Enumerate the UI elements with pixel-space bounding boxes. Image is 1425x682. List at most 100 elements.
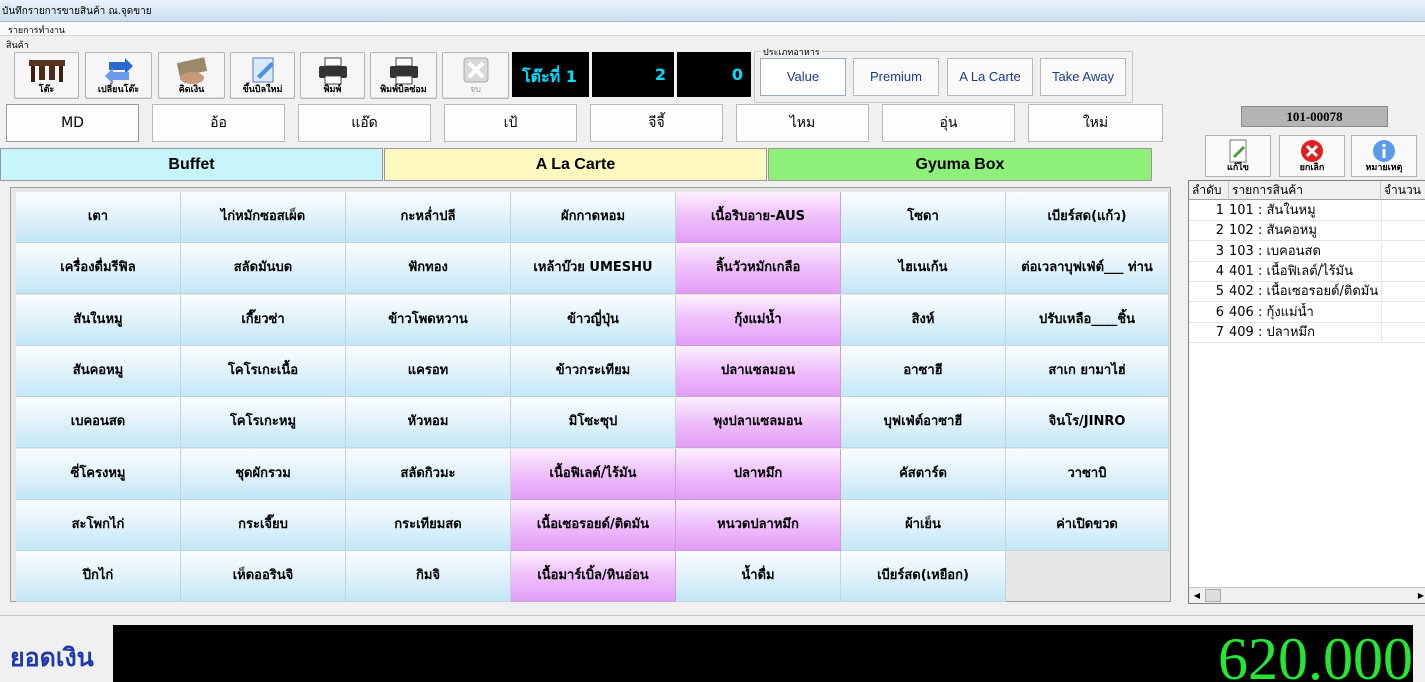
food-type-value-button[interactable]: Value — [760, 58, 846, 96]
pay-button-label: คิดเงิน — [178, 85, 205, 95]
product-button[interactable]: หนวดปลาหมึก — [676, 499, 841, 551]
product-button[interactable]: ปลาหมึก — [676, 448, 841, 500]
product-button[interactable]: เกี๊ยวซ่า — [181, 294, 346, 346]
product-button[interactable]: ปรับเหลือ____ชิ้น — [1006, 294, 1169, 346]
list-item[interactable]: 3 103 : เบคอนสด — [1189, 241, 1425, 262]
new-bill-button[interactable]: ขึ้นบิลใหม่ — [230, 52, 295, 99]
list-item[interactable]: 7 409 : ปลาหมึก — [1189, 322, 1425, 343]
product-button[interactable]: ไฮเนเก้น — [841, 243, 1006, 295]
list-item[interactable]: 2 102 : สันคอหมู — [1189, 221, 1425, 242]
column-header-qty[interactable]: จำนวน — [1381, 181, 1425, 200]
product-button[interactable]: คัสตาร์ด — [841, 448, 1006, 500]
product-button[interactable]: เบียร์สด(เหยือก) — [841, 551, 1006, 603]
product-button[interactable]: สันในหมู — [16, 294, 181, 346]
pay-button[interactable]: คิดเงิน — [158, 52, 225, 99]
product-button[interactable]: ชุดผักรวม — [181, 448, 346, 500]
menu-item-tasks[interactable]: รายการทำงาน — [8, 23, 65, 37]
product-button[interactable]: เครื่องดื่มรีฟิล — [16, 243, 181, 295]
food-type-alacarte-button[interactable]: A La Carte — [947, 58, 1033, 96]
end-button[interactable]: จบ — [442, 52, 509, 99]
category-ad[interactable]: แอ๊ด — [298, 104, 431, 142]
product-button[interactable]: บุฟเฟ่ต์อาซาฮี — [841, 397, 1006, 449]
product-button[interactable]: เบคอนสด — [16, 397, 181, 449]
product-button[interactable]: ข้าวกระเทียม — [511, 345, 676, 397]
product-button[interactable]: กระเจี๊ยบ — [181, 499, 346, 551]
product-button[interactable]: ปีกไก่ — [16, 551, 181, 603]
product-button[interactable]: เห็ดออรินจิ — [181, 551, 346, 603]
product-button[interactable]: สลัดมันบด — [181, 243, 346, 295]
product-button[interactable]: สลัดกิวมะ — [346, 448, 511, 500]
product-button[interactable]: ต่อเวลาบุฟเฟ่ต์___ ท่าน — [1006, 243, 1169, 295]
category-md[interactable]: MD — [6, 104, 139, 142]
note-button[interactable]: หมายเหตุ — [1351, 135, 1417, 177]
product-button[interactable]: เนื้อเซอรอยด์/ติดมัน — [511, 499, 676, 551]
product-button[interactable]: น้ำดื่ม — [676, 551, 841, 603]
horizontal-scrollbar[interactable]: ◀ ▶ — [1189, 587, 1425, 603]
category-mai[interactable]: ไหม — [736, 104, 869, 142]
list-item[interactable]: 6 406 : กุ้งแม่น้ำ — [1189, 302, 1425, 323]
reprint-bill-button[interactable]: พิมพ์บิลซ่อม — [370, 52, 437, 99]
product-button[interactable]: สิงห์ — [841, 294, 1006, 346]
food-type-takeaway-button[interactable]: Take Away — [1040, 58, 1126, 96]
product-button[interactable]: สาเก ยามาไฮ่ — [1006, 345, 1169, 397]
product-button[interactable]: ฟักทอง — [346, 243, 511, 295]
product-button[interactable]: โซดา — [841, 192, 1006, 243]
product-button[interactable]: ค่าเปิดขวด — [1006, 499, 1169, 551]
product-button[interactable]: มิโซะซุป — [511, 397, 676, 449]
product-button[interactable]: เนื้อริบอาย-AUS — [676, 192, 841, 243]
list-item[interactable]: 4 401 : เนื้อฟิเลต์/ไร้มัน — [1189, 261, 1425, 282]
tables-button[interactable]: โต๊ะ — [14, 52, 79, 99]
cancel-button[interactable]: ยกเลิก — [1279, 135, 1345, 177]
guest-count-display: 2 — [592, 52, 674, 97]
product-button[interactable]: ผ้าเย็น — [841, 499, 1006, 551]
row-item-name: 402 : เนื้อเซอรอยด์/ติดมัน — [1229, 284, 1379, 300]
list-item[interactable]: 1 101 : สันในหมู — [1189, 201, 1425, 221]
product-button[interactable]: ไก่หมักซอสเผ็ด — [181, 192, 346, 243]
product-button[interactable]: กะหล่ำปลี — [346, 192, 511, 243]
product-button[interactable]: โคโรเกะเนื้อ — [181, 345, 346, 397]
scroll-thumb[interactable] — [1205, 589, 1221, 602]
product-button[interactable]: ซี่โครงหมู — [16, 448, 181, 500]
column-header-no[interactable]: ลำดับ — [1189, 181, 1229, 200]
product-button[interactable]: กิมจิ — [346, 551, 511, 603]
print-button[interactable]: พิมพ์ — [300, 52, 365, 99]
list-item[interactable]: 5 402 : เนื้อเซอรอยด์/ติดมัน — [1189, 282, 1425, 303]
tab-gyuma-box[interactable]: Gyuma Box — [768, 148, 1152, 181]
product-button[interactable]: อาซาฮี — [841, 345, 1006, 397]
category-gigi[interactable]: จีจี้ — [590, 104, 723, 142]
product-button[interactable]: เตา — [16, 192, 181, 243]
product-button[interactable]: เนื้อฟิเลต์/ไร้มัน — [511, 448, 676, 500]
product-button[interactable]: กระเทียมสด — [346, 499, 511, 551]
product-button[interactable]: โคโรเกะหมู — [181, 397, 346, 449]
row-number: 7 — [1215, 324, 1224, 340]
product-button[interactable]: พุงปลาแซลมอน — [676, 397, 841, 449]
scroll-left-icon[interactable]: ◀ — [1190, 589, 1204, 602]
column-header-item[interactable]: รายการสินค้า — [1229, 181, 1381, 200]
scroll-right-icon[interactable]: ▶ — [1414, 589, 1425, 602]
product-button[interactable]: เบียร์สด(แก้ว) — [1006, 192, 1169, 243]
change-table-button[interactable]: เปลี่ยนโต๊ะ — [85, 52, 152, 99]
product-button[interactable]: เนื้อมาร์เบิ้ล/หินอ่อน — [511, 551, 676, 603]
edit-button[interactable]: แก้ไข — [1205, 135, 1271, 177]
product-button[interactable]: ข้าวญี่ปุ่น — [511, 294, 676, 346]
product-button[interactable]: กุ้งแม่น้ำ — [676, 294, 841, 346]
product-button[interactable]: วาซาบิ — [1006, 448, 1169, 500]
product-button[interactable]: ข้าวโพดหวาน — [346, 294, 511, 346]
product-button[interactable]: สันคอหมู — [16, 345, 181, 397]
food-type-premium-button[interactable]: Premium — [853, 58, 939, 96]
cancel-button-label: ยกเลิก — [1299, 163, 1325, 173]
product-button[interactable]: แครอท — [346, 345, 511, 397]
product-button[interactable]: สะโพกไก่ — [16, 499, 181, 551]
product-button[interactable]: หัวหอม — [346, 397, 511, 449]
category-un[interactable]: อุ่น — [882, 104, 1015, 142]
product-button[interactable]: ปลาแซลมอน — [676, 345, 841, 397]
category-mai-new[interactable]: ใหม่ — [1028, 104, 1163, 142]
tab-a-la-carte[interactable]: A La Carte — [384, 148, 767, 181]
product-button[interactable]: เหล้าบ๊วย UMESHU — [511, 243, 676, 295]
category-pe[interactable]: เป้ — [444, 104, 577, 142]
category-oo[interactable]: อ้อ — [152, 104, 285, 142]
product-button[interactable]: ลิ้นวัวหมักเกลือ — [676, 243, 841, 295]
product-button[interactable]: ผักกาดหอม — [511, 192, 676, 243]
tab-buffet[interactable]: Buffet — [0, 148, 383, 181]
product-button[interactable]: จินโร/JINRO — [1006, 397, 1169, 449]
